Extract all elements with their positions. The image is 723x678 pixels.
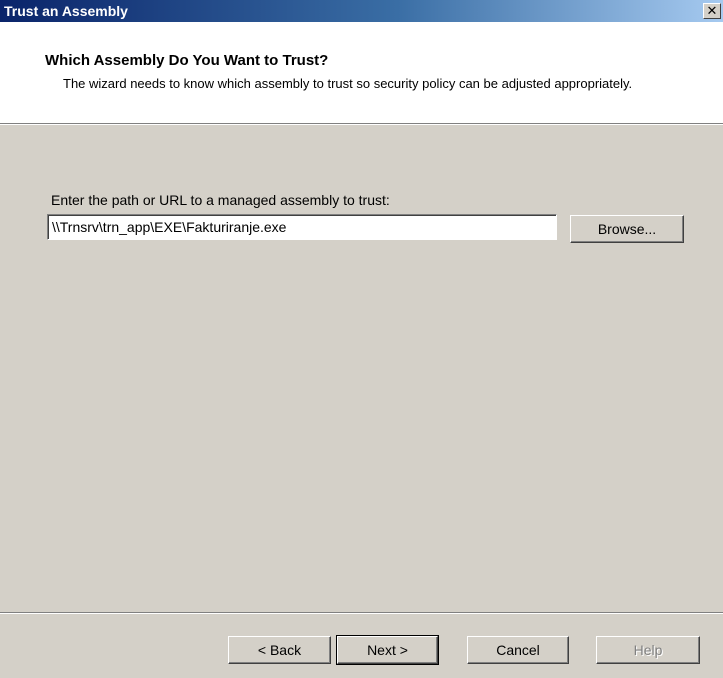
close-button[interactable]: ✕ [703, 3, 721, 19]
page-title: Which Assembly Do You Want to Trust? [45, 52, 329, 69]
page-description: The wizard needs to know which assembly … [63, 76, 633, 91]
path-label: Enter the path or URL to a managed assem… [51, 192, 390, 208]
back-button[interactable]: < Back [228, 636, 331, 664]
close-icon: ✕ [706, 3, 718, 19]
wizard-header: Which Assembly Do You Want to Trust? The… [0, 22, 723, 124]
footer-divider-highlight [0, 613, 723, 614]
title-bar: Trust an Assembly ✕ [0, 0, 723, 22]
window-title: Trust an Assembly [4, 3, 128, 19]
browse-button[interactable]: Browse... [570, 215, 684, 243]
next-button[interactable]: Next > [336, 635, 439, 665]
assembly-path-input[interactable] [47, 214, 557, 240]
header-divider [0, 124, 723, 125]
cancel-button[interactable]: Cancel [467, 636, 569, 664]
help-button: Help [596, 636, 700, 664]
